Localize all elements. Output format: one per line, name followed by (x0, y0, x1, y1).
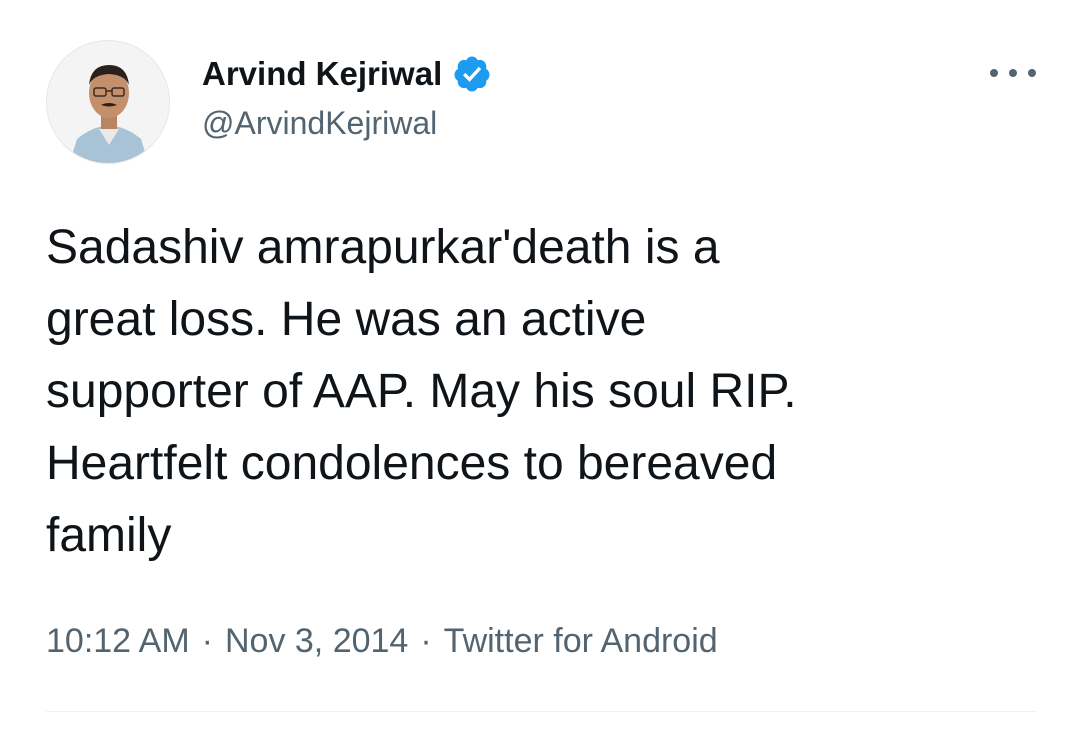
tweet-date[interactable]: Nov 3, 2014 (225, 622, 408, 661)
meta-separator: · (420, 622, 432, 660)
tweet-meta: 10:12 AM · Nov 3, 2014 · Twitter for And… (46, 622, 718, 661)
more-options-icon[interactable] (990, 58, 1036, 88)
tweet-text: Sadashiv amrapurkar'death is a great los… (46, 221, 797, 562)
more-dot (1028, 69, 1036, 77)
tweet-card: Arvind Kejriwal @ArvindKejriwal Sadashiv… (0, 0, 1080, 733)
tweet-source[interactable]: Twitter for Android (444, 622, 718, 661)
more-dot (990, 69, 998, 77)
author-handle[interactable]: @ArvindKejriwal (202, 105, 437, 142)
verified-badge-icon (452, 54, 492, 94)
avatar-photo (47, 41, 169, 163)
author-name[interactable]: Arvind Kejriwal (202, 55, 442, 93)
author-avatar[interactable] (46, 40, 170, 164)
more-dot (1009, 69, 1017, 77)
divider (46, 711, 1036, 712)
meta-separator: · (201, 622, 213, 660)
author-name-row[interactable]: Arvind Kejriwal (202, 52, 492, 96)
tweet-time[interactable]: 10:12 AM (46, 622, 190, 661)
